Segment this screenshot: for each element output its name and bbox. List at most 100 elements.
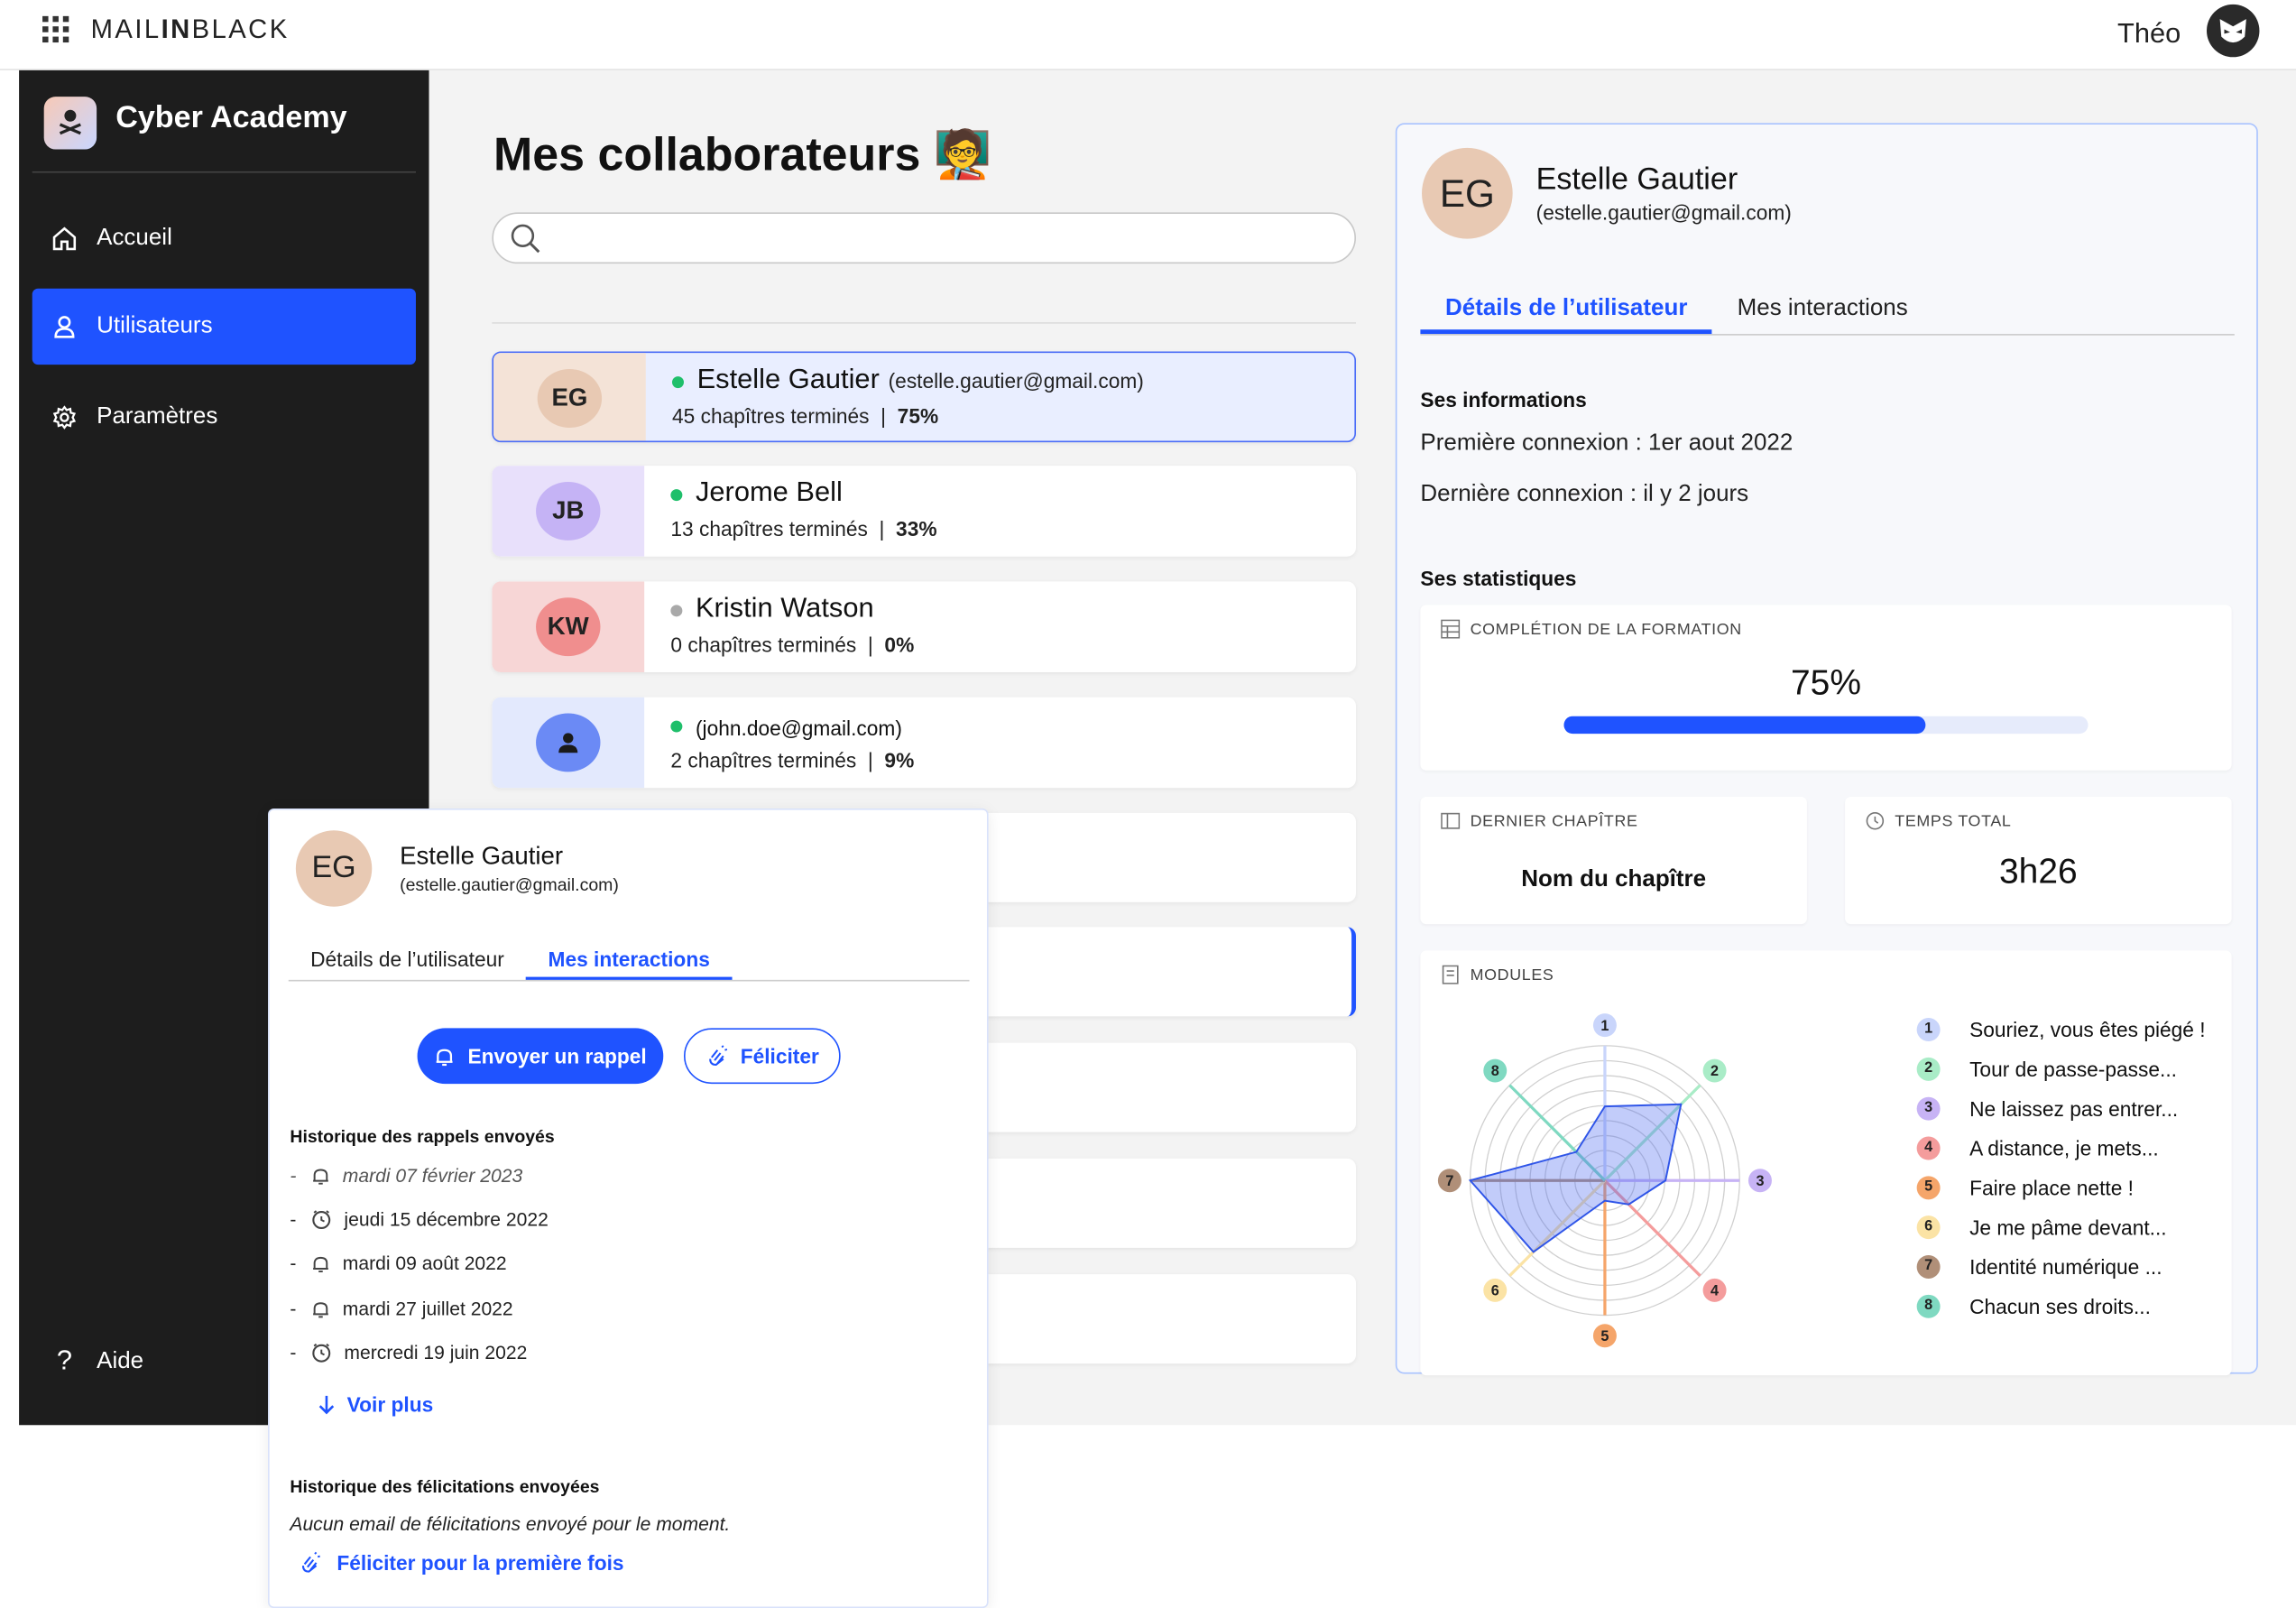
timer-icon: [1866, 812, 1885, 830]
congratulate-button[interactable]: Féliciter: [683, 1028, 841, 1085]
last-chapter-value: Nom du chapître: [1521, 866, 1707, 892]
search-icon: [511, 224, 540, 254]
section-title-info: Ses informations: [1420, 388, 1587, 412]
sidebar-item-utilisateurs[interactable]: Utilisateurs: [32, 288, 416, 365]
legend-number-badge: 6: [1916, 1215, 1941, 1239]
legend-label: Tour de passe-passe...: [1969, 1057, 2177, 1081]
detail-tabs: Détails de l’utilisateur Mes interaction…: [1420, 296, 2235, 336]
avatar: [536, 713, 601, 772]
modules-radar-chart: 1 2 3 4 5 6 7 8: [1437, 1013, 1772, 1348]
legend-item-5: 5 Faire place nette !: [1916, 1168, 2232, 1207]
svg-text:6: 6: [1491, 1283, 1499, 1299]
user-icon: [54, 316, 75, 338]
user-name: Jerome Bell: [695, 477, 843, 509]
tab-interactions[interactable]: Mes interactions: [526, 947, 733, 980]
apps-grid-icon[interactable]: [42, 15, 69, 43]
search-input[interactable]: [555, 222, 1332, 255]
completion-progress-bar: [1563, 716, 2089, 735]
completion-card: COMPLÉTION DE LA FORMATION 75%: [1420, 605, 2232, 771]
reminder-item: - mardi 07 février 2023: [290, 1164, 523, 1187]
congrats-empty-message: Aucun email de félicitations envoyé pour…: [290, 1512, 731, 1536]
chapters-count: 13 chapîtres terminés: [670, 516, 868, 541]
reminder-item: - mardi 09 août 2022: [290, 1252, 507, 1275]
help-icon: ?: [56, 1345, 72, 1377]
user-name: Kristin Watson: [695, 593, 874, 624]
user-row-estelle-gautier[interactable]: EG Estelle Gautier (estelle.gautier@gmail…: [492, 351, 1356, 443]
avatar-cell: EG: [493, 353, 646, 441]
radar-axis-label-7: 7: [1437, 1169, 1462, 1193]
legend-label: Chacun ses droits...: [1969, 1294, 2151, 1317]
completion-percent: 9%: [884, 748, 915, 772]
legend-item-6: 6 Je me pâme devant...: [1916, 1206, 2232, 1246]
last-chapter-label: DERNIER CHAPÎTRE: [1470, 812, 1638, 830]
completion-percent: 33%: [896, 516, 937, 541]
arrow-down-icon: [318, 1395, 335, 1415]
user-email: (estelle.gautier@gmail.com): [888, 369, 1144, 393]
user-avatar[interactable]: [2207, 4, 2260, 58]
legend-label: A distance, je mets...: [1969, 1135, 2159, 1160]
legend-label: Souriez, vous êtes piégé !: [1969, 1017, 2206, 1041]
svg-text:8: 8: [1491, 1063, 1499, 1079]
svg-text:2: 2: [1710, 1063, 1719, 1079]
user-detail-panel: EG Estelle Gautier (estelle.gautier@gmai…: [1395, 123, 2258, 1376]
book-icon: [1441, 812, 1461, 829]
separator: |: [867, 633, 873, 657]
radar-axis-label-3: 3: [1747, 1169, 1772, 1193]
teacher-emoji-icon: 🧑‍🏫: [933, 127, 992, 180]
fox-mask-icon: [2219, 19, 2246, 43]
tab-interactions[interactable]: Mes interactions: [1712, 296, 1932, 334]
tab-user-details[interactable]: Détails de l’utilisateur: [1420, 296, 1713, 335]
chapters-count: 45 chapîtres terminés: [672, 403, 870, 428]
congratulate-label: Féliciter: [740, 1044, 819, 1068]
svg-text:7: 7: [1445, 1173, 1453, 1189]
sidebar-item-accueil[interactable]: Accueil: [32, 200, 416, 276]
completion-percent: 75%: [897, 403, 939, 428]
top-bar: MAILINBLACK Théo: [0, 0, 2296, 70]
send-reminder-button[interactable]: Envoyer un rappel: [417, 1028, 664, 1085]
bell-icon: [313, 1256, 328, 1272]
popover-user-name: Estelle Gautier: [400, 842, 564, 871]
see-more-link[interactable]: Voir plus: [318, 1393, 433, 1417]
reminder-date: mardi 09 août 2022: [342, 1252, 507, 1275]
legend-number-badge: 8: [1916, 1294, 1941, 1317]
brand-logo: MAILINBLACK: [90, 14, 290, 44]
status-dot: [670, 605, 683, 617]
svg-text:3: 3: [1756, 1173, 1764, 1189]
first-login: Première connexion : 1er aout 2022: [1420, 430, 1793, 456]
status-dot: [670, 720, 683, 733]
legend-number-badge: 4: [1916, 1135, 1941, 1160]
radar-axis-label-4: 4: [1702, 1278, 1727, 1302]
sidebar-item-label: Accueil: [97, 225, 172, 251]
search-bar[interactable]: [492, 212, 1356, 264]
separator: |: [879, 516, 885, 541]
reminder-date: mardi 27 juillet 2022: [342, 1298, 513, 1320]
total-time-card: TEMPS TOTAL 3h26: [1845, 796, 2232, 925]
legend-label: Je me pâme devant...: [1969, 1215, 2167, 1239]
avatar: EG: [1422, 147, 1513, 239]
completion-progress-fill: [1563, 716, 1926, 735]
bell-icon: [313, 1301, 328, 1317]
separator: |: [867, 748, 873, 772]
user-row-john-doe[interactable]: (john.doe@gmail.com) 2 chapîtres terminé…: [492, 697, 1356, 789]
avatar: JB: [536, 481, 601, 541]
sidebar-item-parametres[interactable]: Paramètres: [32, 379, 416, 455]
legend-number-badge: 2: [1916, 1057, 1941, 1081]
last-login: Dernière connexion : il y 2 jours: [1420, 481, 1749, 507]
total-time-value: 3h26: [1999, 852, 2078, 892]
svg-text:4: 4: [1710, 1283, 1719, 1299]
legend-item-1: 1 Souriez, vous êtes piégé !: [1916, 1009, 2232, 1049]
legend-item-2: 2 Tour de passe-passe...: [1916, 1049, 2232, 1088]
svg-text:1: 1: [1600, 1018, 1609, 1034]
completion-value: 75%: [1791, 663, 1861, 704]
congratulate-first-link[interactable]: Féliciter pour la première fois: [299, 1551, 624, 1575]
avatar: KW: [536, 597, 601, 657]
user-row-jerome-bell[interactable]: JB Jerome Bell 13 chapîtres terminés | 3…: [492, 466, 1356, 557]
chapters-count: 0 chapîtres terminés: [670, 633, 857, 657]
alarm-icon: [312, 1343, 331, 1363]
tab-user-details[interactable]: Détails de l’utilisateur: [289, 947, 526, 980]
user-row-kristin-watson[interactable]: KW Kristin Watson 0 chapîtres terminés |…: [492, 581, 1356, 673]
chapters-count: 2 chapîtres terminés: [670, 748, 857, 772]
avatar: EG: [537, 369, 603, 428]
radar-axis-label-5: 5: [1592, 1324, 1617, 1348]
legend-label: Ne laissez pas entrer...: [1969, 1095, 2179, 1120]
